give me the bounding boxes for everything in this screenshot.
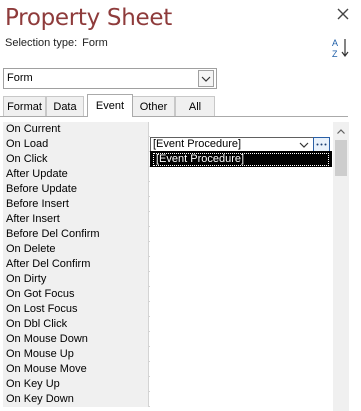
property-row[interactable]: On Mouse Move	[3, 362, 333, 377]
property-value[interactable]	[150, 167, 333, 182]
property-row[interactable]: Before Update	[3, 182, 333, 197]
property-row[interactable]: On Got Focus	[3, 287, 333, 302]
tab-strip: Format Data Event Other All	[1, 94, 349, 117]
combo-dropdown-button[interactable]	[198, 70, 214, 87]
chevron-down-icon	[201, 76, 211, 82]
property-name: After Insert	[3, 212, 149, 227]
property-value[interactable]	[150, 122, 333, 137]
property-row[interactable]: Before Del Confirm	[3, 227, 333, 242]
tab-data[interactable]: Data	[46, 96, 84, 117]
svg-text:A: A	[332, 38, 338, 48]
tab-event[interactable]: Event	[87, 94, 133, 117]
object-combo[interactable]: Form	[3, 68, 217, 89]
ellipsis-icon	[316, 143, 327, 146]
property-value[interactable]	[150, 242, 333, 257]
on-load-dropdown-button[interactable]	[297, 138, 311, 151]
property-name: On Click	[3, 152, 149, 167]
property-name: On Lost Focus	[3, 302, 149, 317]
property-name: Before Update	[3, 182, 149, 197]
property-row[interactable]: On Current	[3, 122, 333, 137]
property-row[interactable]: On Lost Focus	[3, 302, 333, 317]
property-name: On Key Down	[3, 392, 149, 407]
property-name: Before Del Confirm	[3, 227, 149, 242]
property-value[interactable]	[150, 227, 333, 242]
selection-type: Selection type: Form	[5, 37, 108, 49]
property-name: On Mouse Down	[3, 332, 149, 347]
property-value[interactable]	[150, 302, 333, 317]
property-name: On Load	[3, 137, 149, 152]
property-row[interactable]: On Delete	[3, 242, 333, 257]
property-value[interactable]	[150, 317, 333, 332]
builder-button[interactable]	[313, 137, 330, 152]
property-value[interactable]	[150, 347, 333, 362]
property-value[interactable]	[150, 287, 333, 302]
property-row[interactable]: On Mouse Up	[3, 347, 333, 362]
close-icon	[337, 8, 349, 20]
tab-format[interactable]: Format	[3, 96, 46, 117]
property-name: On Dirty	[3, 272, 149, 287]
object-combo-value: Form	[7, 72, 33, 84]
vertical-scrollbar[interactable]	[333, 122, 349, 411]
tab-divider	[0, 116, 348, 117]
sort-button[interactable]: A Z	[330, 36, 352, 60]
property-name: After Del Confirm	[3, 257, 149, 272]
property-name: On Mouse Move	[3, 362, 149, 377]
scroll-up-button[interactable]	[333, 124, 349, 138]
property-name: On Current	[3, 122, 149, 137]
property-name: On Delete	[3, 242, 149, 257]
property-name: On Mouse Up	[3, 347, 149, 362]
property-value[interactable]	[150, 182, 333, 197]
property-row[interactable]: After Insert	[3, 212, 333, 227]
property-value[interactable]	[150, 212, 333, 227]
property-row[interactable]: On Dbl Click	[3, 317, 333, 332]
property-value[interactable]	[150, 272, 333, 287]
property-value[interactable]	[150, 362, 333, 377]
property-name: Before Insert	[3, 197, 149, 212]
panel-title: Property Sheet	[5, 5, 172, 31]
property-row[interactable]: On Key Down	[3, 392, 333, 407]
chevron-up-icon	[337, 128, 345, 134]
property-row[interactable]: On Dirty	[3, 272, 333, 287]
selection-type-label: Selection type:	[5, 37, 78, 49]
property-value[interactable]	[150, 197, 333, 212]
property-name: On Got Focus	[3, 287, 149, 302]
property-name: After Update	[3, 167, 149, 182]
property-name: On Dbl Click	[3, 317, 149, 332]
property-row[interactable]: After Del Confirm	[3, 257, 333, 272]
dropdown-option-event-procedure[interactable]: [Event Procedure]	[153, 153, 329, 166]
property-value[interactable]	[150, 332, 333, 347]
property-row[interactable]: On Mouse Down	[3, 332, 333, 347]
selection-type-value: Form	[82, 37, 108, 49]
property-value[interactable]	[150, 257, 333, 272]
tab-all[interactable]: All	[175, 96, 215, 117]
property-name: On Key Up	[3, 377, 149, 392]
property-row[interactable]: After Update	[3, 167, 333, 182]
sort-az-icon: A Z	[332, 38, 349, 59]
close-button[interactable]	[333, 4, 353, 24]
property-value[interactable]	[150, 377, 333, 392]
property-row[interactable]: Before Insert	[3, 197, 333, 212]
scroll-thumb[interactable]	[335, 140, 347, 176]
chevron-down-icon	[299, 142, 309, 148]
svg-text:Z: Z	[332, 49, 338, 59]
property-row[interactable]: On Key Up	[3, 377, 333, 392]
event-dropdown-list: [Event Procedure]	[150, 151, 332, 167]
property-value[interactable]	[150, 392, 333, 407]
tab-other[interactable]: Other	[132, 96, 175, 117]
